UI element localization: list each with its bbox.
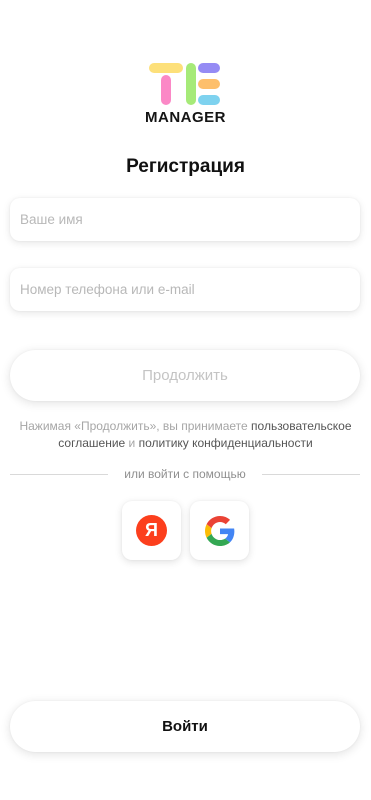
brand-name: MANAGER xyxy=(145,109,226,126)
contact-field-container xyxy=(10,268,360,311)
yandex-login-button[interactable]: Я xyxy=(122,501,181,560)
terms-prefix: Нажимая «Продолжить», вы принимаете xyxy=(19,419,252,433)
phone-email-input[interactable] xyxy=(10,268,360,311)
login-button[interactable]: Войти xyxy=(10,701,360,752)
page-title: Регистрация xyxy=(126,156,245,177)
google-icon xyxy=(204,515,234,546)
continue-button[interactable]: Продолжить xyxy=(10,350,360,401)
name-input[interactable] xyxy=(10,198,360,241)
app-logo: MANAGER xyxy=(0,62,371,128)
privacy-policy-link[interactable]: политику конфиденциальности xyxy=(139,436,313,450)
tm-logo-icon xyxy=(149,63,220,105)
name-field-container xyxy=(10,198,360,241)
divider-line-right xyxy=(262,474,360,475)
yandex-icon: Я xyxy=(136,515,167,546)
terms-conjunction: и xyxy=(125,436,139,450)
terms-text: Нажимая «Продолжить», вы принимаете поль… xyxy=(8,418,363,452)
social-divider: или войти с помощью xyxy=(10,466,360,484)
google-login-button[interactable] xyxy=(190,501,249,560)
